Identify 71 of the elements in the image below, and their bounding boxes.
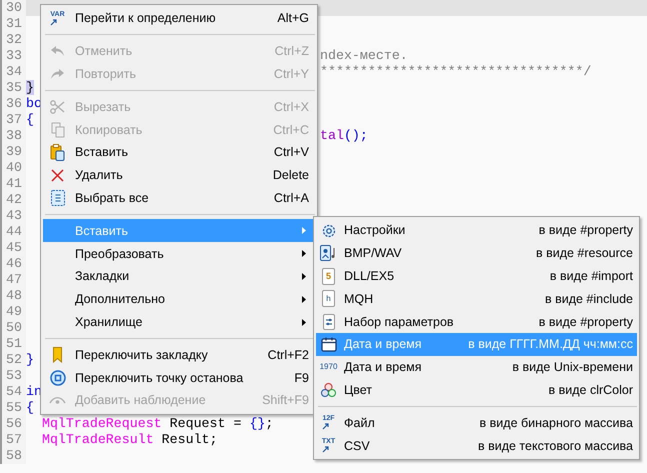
copy-icon [50,122,64,138]
line-number: 39 [0,144,26,160]
line-number: 52 [0,352,26,368]
menu-item[interactable]: Настройки в виде #property [316,219,637,242]
menu-item[interactable]: 5 DLL/EX5 в виде #import [316,264,637,288]
line-number: 49 [0,304,26,320]
code-line: MqlTradeResult Result; [40,432,218,448]
line-number: 53 [0,368,26,384]
line-number: 42 [0,192,26,208]
breakpoint-icon [50,370,66,386]
menu-item[interactable]: BMP/WAV в виде #resource [316,242,637,265]
line-number: 46 [0,256,26,272]
color-circles-icon [320,382,337,398]
line-number: 44 [0,224,26,240]
menu-item[interactable]: Выбрать все Ctrl+A [43,186,315,210]
library-file-icon: 5 [322,268,335,285]
redo-icon [50,68,65,80]
code-line: { [26,112,34,128]
line-number: 51 [0,336,26,352]
menu-item[interactable]: Вставить Ctrl+V [43,140,315,164]
line-number: 58 [0,448,26,464]
image-music-icon [320,245,337,262]
line-number: 33 [0,48,26,64]
line-number: 36 [0,96,26,112]
line-number: 31 [0,16,26,32]
menu-item[interactable]: Удалить Delete [43,164,315,187]
line-number: 55 [0,400,26,416]
line-number: 45 [0,240,26,256]
gear-icon [320,222,336,238]
code-line: ndex-месте. [319,48,408,64]
code-line: MqlTradeRequest Request = {}; [40,416,274,432]
line-number: 40 [0,160,26,176]
line-number: 50 [0,320,26,336]
menu-item[interactable]: Цвет в виде clrColor [316,378,637,402]
line-number: 32 [0,32,26,48]
line-number: 37 [0,112,26,128]
menu-item[interactable]: Хранилище [43,310,315,334]
line-number: 43 [0,208,26,224]
bookmark-icon [53,346,62,363]
delete-x-icon [51,168,64,182]
calendar-icon [320,336,336,352]
sliders-icon [322,314,334,330]
menu-item[interactable]: 1970 Дата и время в виде Unix-времени [316,356,637,379]
line-number: 30 [0,0,26,16]
line-number: 47 [0,272,26,288]
year-icon: 1970 [320,363,338,372]
menu-item[interactable]: h MQH в виде #include [316,287,637,310]
eye-icon [49,395,66,406]
line-number: 34 [0,64,26,80]
header-file-icon: h [322,290,335,308]
line-number: 56 [0,416,26,432]
scissors-icon [50,100,65,114]
menu-item[interactable]: Переключить точку останова F9 [43,366,315,389]
menu-item[interactable]: Переключить закладку Ctrl+F2 [43,343,315,366]
line-number: 57 [0,432,26,448]
code-line: } [26,352,34,368]
menu-item[interactable]: Преобразовать [43,242,315,265]
line-number: 35 [0,80,26,96]
line-number: 54 [0,384,26,400]
line-number: 48 [0,288,26,304]
menu-item[interactable]: Закладки [43,264,315,288]
undo-icon [50,45,65,58]
line-number: 38 [0,128,26,144]
menu-item[interactable]: Набор параметров в виде #property [316,310,637,333]
line-number: 41 [0,176,26,192]
menu-item[interactable]: Дополнительно [43,288,315,311]
select-all-icon [50,190,64,206]
code-line: { [26,400,34,416]
code-line: *********************************/ [319,64,592,80]
clipboard-icon [50,144,65,161]
code-line: tal(); [319,128,368,144]
